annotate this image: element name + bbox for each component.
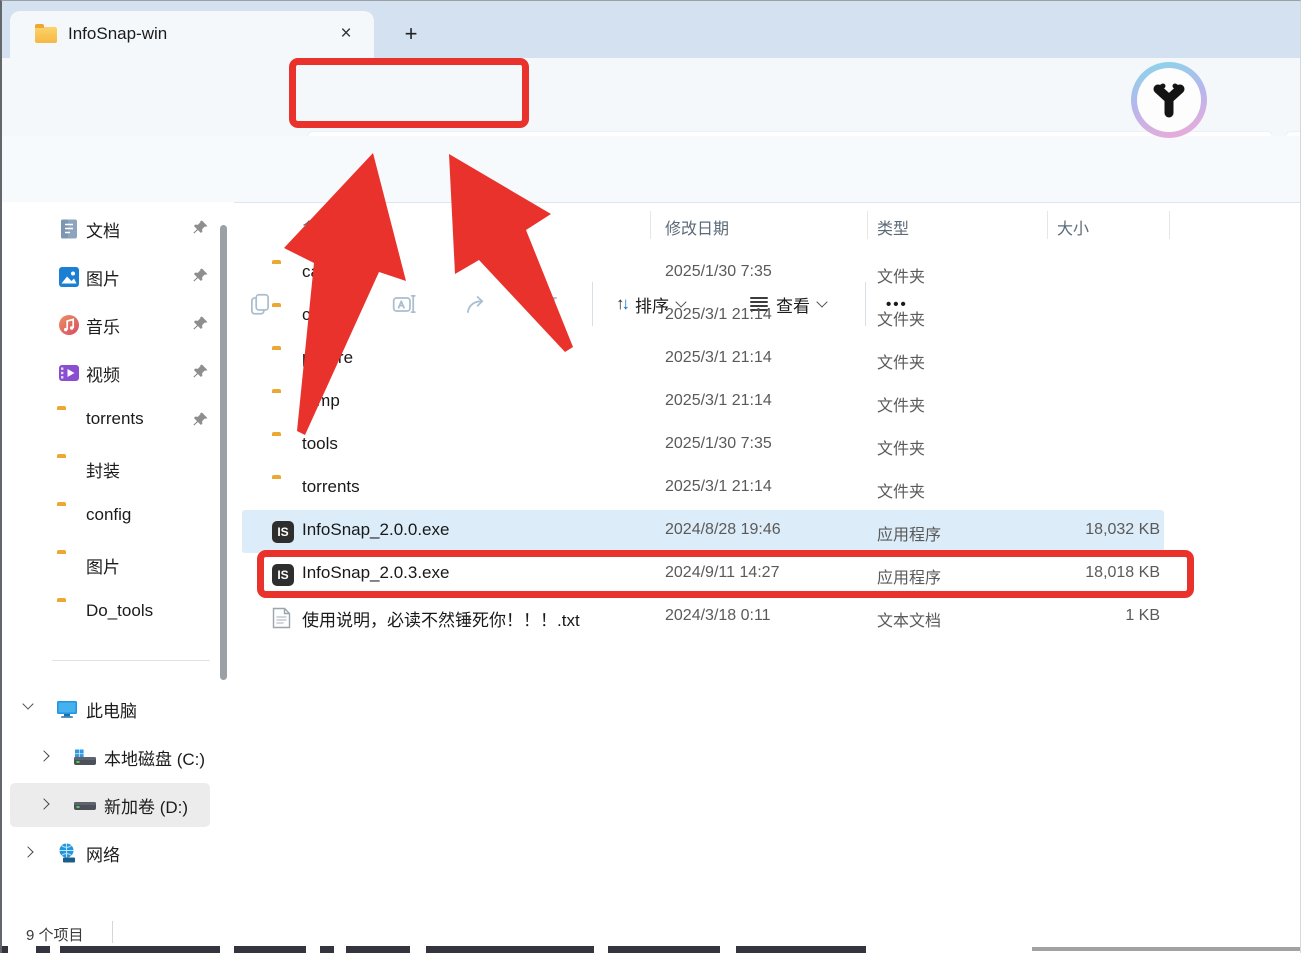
column-header-size[interactable]: 大小 xyxy=(1057,215,1089,239)
file-row[interactable]: temp 2025/3/1 21:14 文件夹 xyxy=(242,381,1164,424)
folder-icon xyxy=(272,392,294,414)
documents-icon xyxy=(57,217,81,241)
file-row[interactable]: tools 2025/1/30 7:35 文件夹 xyxy=(242,424,1164,467)
videos-icon xyxy=(57,361,81,385)
folder-icon xyxy=(272,478,294,500)
exe-icon: IS xyxy=(272,521,294,543)
column-separator[interactable] xyxy=(1047,211,1048,239)
sidebar-item-music[interactable]: 音乐 xyxy=(2,303,214,347)
sidebar-item-do-tools[interactable]: Do_tools xyxy=(2,591,214,635)
chevron-right-icon[interactable] xyxy=(22,846,33,857)
text-file-icon xyxy=(272,607,294,629)
folder-icon xyxy=(57,601,81,625)
tab-title: InfoSnap-win xyxy=(68,24,167,44)
folder-icon xyxy=(272,263,294,285)
new-tab-button[interactable]: + xyxy=(396,19,426,49)
column-separator[interactable] xyxy=(650,211,651,239)
file-explorer-window: InfoSnap-win × + ← → ↑ ↻ D:\InfoSnap-win… xyxy=(0,0,1301,953)
pin-icon xyxy=(192,315,209,332)
sidebar-divider xyxy=(52,660,210,661)
sidebar-item-this-pc[interactable]: 此电脑 xyxy=(2,687,214,731)
sidebar-item-tupian[interactable]: 图片 xyxy=(2,543,214,587)
folder-icon xyxy=(272,435,294,457)
tab-infosnap-win[interactable]: InfoSnap-win × xyxy=(10,11,374,58)
network-icon xyxy=(55,841,79,865)
chevron-right-icon[interactable] xyxy=(38,750,49,761)
sidebar-item-config[interactable]: config xyxy=(2,495,214,539)
folder-icon xyxy=(272,306,294,328)
navigation-bar: ← → ↑ ↻ D:\InfoSnap-win × xyxy=(2,58,1300,136)
folder-icon xyxy=(57,505,81,529)
column-header-type[interactable]: 类型 xyxy=(877,215,909,239)
folder-icon xyxy=(272,349,294,371)
file-row[interactable]: cache 2025/1/30 7:35 文件夹 xyxy=(242,252,1164,295)
pin-icon xyxy=(192,219,209,236)
sidebar: 文档 图片 音乐 视频 torrents xyxy=(2,202,234,918)
items-count: 9 个项目 xyxy=(26,924,84,945)
screenshot-artifact xyxy=(2,946,1300,953)
pin-icon xyxy=(192,363,209,380)
sidebar-item-documents[interactable]: 文档 xyxy=(2,207,214,251)
infosnap-logo-icon xyxy=(1137,68,1201,132)
folder-icon xyxy=(35,27,57,43)
command-toolbar: + 新建 xyxy=(2,136,1300,203)
this-pc-icon xyxy=(55,697,79,721)
column-separator[interactable] xyxy=(867,211,868,239)
tab-bar: InfoSnap-win × + xyxy=(2,1,1300,58)
pin-icon xyxy=(192,267,209,284)
sidebar-item-videos[interactable]: 视频 xyxy=(2,351,214,395)
file-row-selected[interactable]: IS InfoSnap_2.0.0.exe 2024/8/28 19:46 应用… xyxy=(242,510,1164,553)
column-separator[interactable] xyxy=(1169,211,1170,239)
chevron-right-icon[interactable] xyxy=(38,798,49,809)
file-row[interactable]: picture 2025/3/1 21:14 文件夹 xyxy=(242,338,1164,381)
sidebar-item-network[interactable]: 网络 xyxy=(2,831,214,875)
folder-icon xyxy=(57,409,81,433)
column-header-name[interactable]: 名称 xyxy=(302,215,334,239)
sidebar-item-drive-d[interactable]: 新加卷 (D:) xyxy=(2,783,214,827)
column-header-date-modified[interactable]: 修改日期 xyxy=(665,215,729,239)
pictures-icon xyxy=(57,265,81,289)
tab-close-icon[interactable]: × xyxy=(332,20,360,48)
drive-d-icon xyxy=(72,793,96,817)
status-divider xyxy=(112,921,113,943)
music-icon xyxy=(57,313,81,337)
file-row[interactable]: torrents 2025/3/1 21:14 文件夹 xyxy=(242,467,1164,510)
sidebar-item-pictures[interactable]: 图片 xyxy=(2,255,214,299)
file-row[interactable]: config 2025/3/1 21:14 文件夹 xyxy=(242,295,1164,338)
infosnap-logo-badge xyxy=(1131,62,1207,138)
sidebar-item-fengzhuang[interactable]: 封装 xyxy=(2,447,214,491)
folder-icon xyxy=(57,553,81,577)
drive-c-icon xyxy=(72,745,96,769)
status-bar: 9 个项目 xyxy=(2,917,1300,948)
folder-icon xyxy=(57,457,81,481)
chevron-down-icon[interactable] xyxy=(22,698,33,709)
sidebar-item-torrents[interactable]: torrents xyxy=(2,399,214,443)
sidebar-scrollbar[interactable] xyxy=(220,225,227,680)
exe-icon: IS xyxy=(272,564,294,586)
pin-icon xyxy=(192,411,209,428)
sidebar-item-drive-c[interactable]: 本地磁盘 (C:) xyxy=(2,735,214,779)
file-row[interactable]: 使用说明，必读不然锤死你！！！.txt 2024/3/18 0:11 文本文档 … xyxy=(242,596,1164,639)
file-row-highlighted[interactable]: IS InfoSnap_2.0.3.exe 2024/9/11 14:27 应用… xyxy=(242,553,1164,596)
